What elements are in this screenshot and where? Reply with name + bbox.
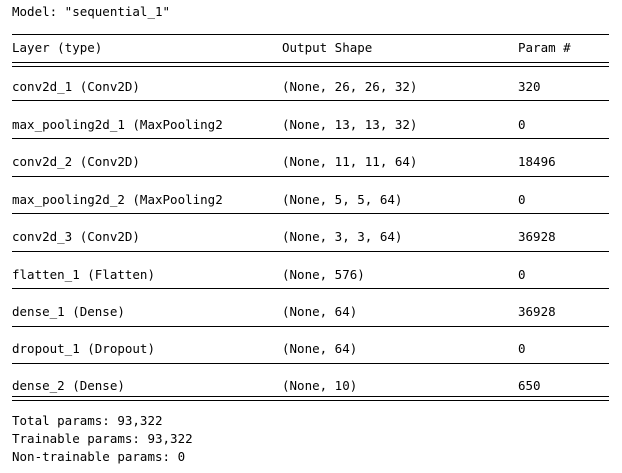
header-layer: Layer (type) — [12, 40, 103, 55]
row-divider — [12, 176, 609, 177]
row-output: (None, 26, 26, 32) — [282, 79, 418, 94]
table-row: conv2d_1 (Conv2D) (None, 26, 26, 32) 320 — [12, 79, 609, 95]
row-divider — [12, 363, 609, 364]
row-output: (None, 13, 13, 32) — [282, 117, 418, 132]
top-rule — [12, 34, 609, 35]
total-params: Total params: 93,322 — [12, 413, 163, 428]
header-param-count: Param # — [518, 40, 571, 55]
row-output: (None, 64) — [282, 304, 358, 319]
row-layer: dense_1 (Dense) — [12, 304, 125, 319]
row-divider — [12, 213, 609, 214]
header-double-rule — [12, 62, 609, 67]
row-layer: flatten_1 (Flatten) — [12, 267, 155, 282]
row-output: (None, 3, 3, 64) — [282, 229, 403, 244]
row-param: 36928 — [518, 304, 556, 319]
non-trainable-params: Non-trainable params: 0 — [12, 449, 186, 464]
trainable-params: Trainable params: 93,322 — [12, 431, 193, 446]
row-param: 0 — [518, 192, 526, 207]
row-layer: dense_2 (Dense) — [12, 378, 125, 393]
header-output-shape: Output Shape — [282, 40, 373, 55]
row-layer: conv2d_1 (Conv2D) — [12, 79, 140, 94]
row-layer: dropout_1 (Dropout) — [12, 341, 155, 356]
row-divider — [12, 138, 609, 139]
row-output: (None, 576) — [282, 267, 365, 282]
row-divider — [12, 288, 609, 289]
row-layer: max_pooling2d_1 (MaxPooling2 — [12, 117, 223, 132]
table-header: Layer (type) Output Shape Param # — [12, 40, 609, 56]
row-param: 0 — [518, 341, 526, 356]
row-divider — [12, 251, 609, 252]
table-row: conv2d_2 (Conv2D) (None, 11, 11, 64) 184… — [12, 154, 609, 170]
row-divider — [12, 100, 609, 101]
table-row: conv2d_3 (Conv2D) (None, 3, 3, 64) 36928 — [12, 229, 609, 245]
row-layer: max_pooling2d_2 (MaxPooling2 — [12, 192, 223, 207]
row-output: (None, 11, 11, 64) — [282, 154, 418, 169]
table-row: dropout_1 (Dropout) (None, 64) 0 — [12, 341, 609, 357]
row-layer: conv2d_2 (Conv2D) — [12, 154, 140, 169]
row-output: (None, 10) — [282, 378, 358, 393]
row-output: (None, 64) — [282, 341, 358, 356]
row-param: 0 — [518, 267, 526, 282]
table-row: flatten_1 (Flatten) (None, 576) 0 — [12, 267, 609, 283]
footer-double-rule — [12, 396, 609, 401]
row-layer: conv2d_3 (Conv2D) — [12, 229, 140, 244]
table-row: dense_1 (Dense) (None, 64) 36928 — [12, 304, 609, 320]
row-param: 0 — [518, 117, 526, 132]
model-title: Model: "sequential_1" — [12, 4, 171, 19]
row-param: 650 — [518, 378, 541, 393]
table-row: dense_2 (Dense) (None, 10) 650 — [12, 378, 609, 394]
table-row: max_pooling2d_2 (MaxPooling2 (None, 5, 5… — [12, 192, 609, 208]
row-param: 36928 — [518, 229, 556, 244]
row-divider — [12, 326, 609, 327]
row-output: (None, 5, 5, 64) — [282, 192, 403, 207]
row-param: 320 — [518, 79, 541, 94]
table-row: max_pooling2d_1 (MaxPooling2 (None, 13, … — [12, 117, 609, 133]
row-param: 18496 — [518, 154, 556, 169]
